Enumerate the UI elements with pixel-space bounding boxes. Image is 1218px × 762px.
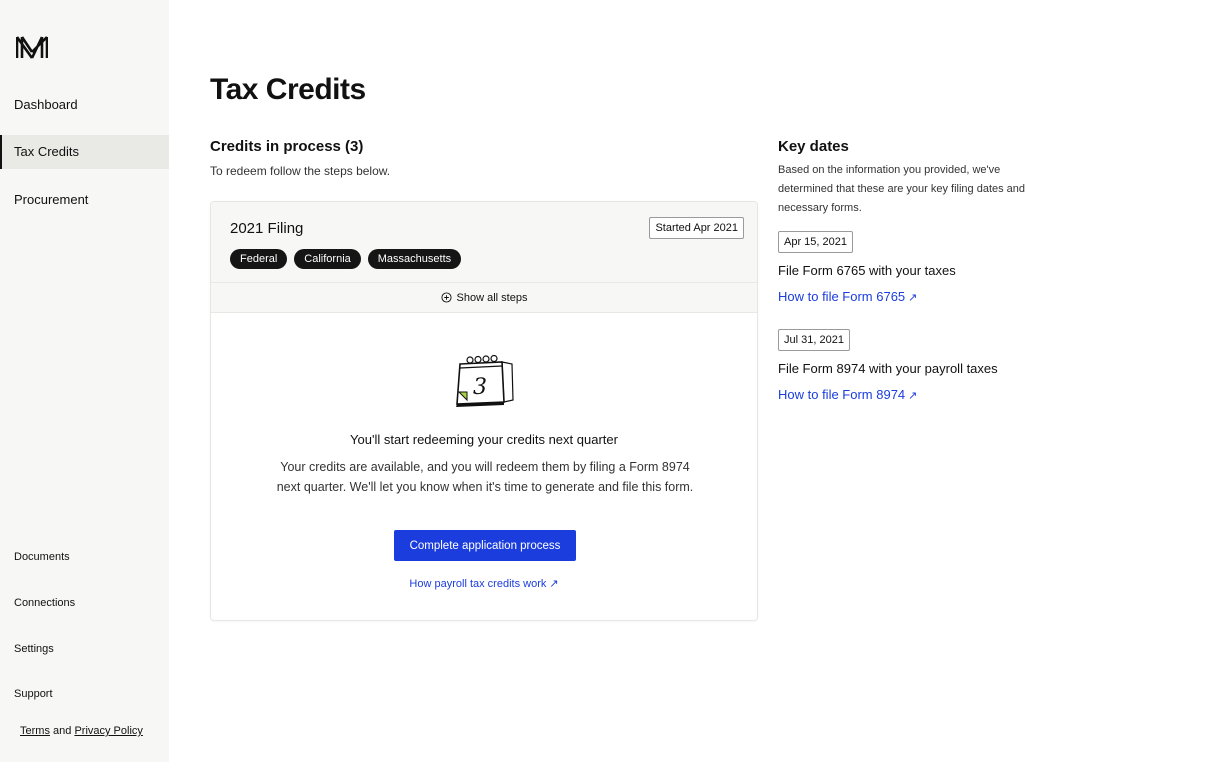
logo-icon[interactable] [16, 36, 48, 59]
nav-item-tax-credits[interactable]: Tax Credits [0, 135, 169, 169]
jurisdiction-chips: Federal California Massachusetts [230, 249, 462, 269]
started-badge: Started Apr 2021 [649, 217, 744, 239]
sidebar: Dashboard Tax Credits Procurement Docume… [0, 0, 169, 762]
filing-title: 2021 Filing [230, 220, 304, 237]
calendar-icon: 3 [456, 354, 514, 407]
credits-section-subtitle: To redeem follow the steps below. [210, 164, 391, 178]
filing-card: 2021 Filing Started Apr 2021 Federal Cal… [210, 201, 758, 621]
nav-item-dashboard[interactable]: Dashboard [0, 88, 169, 122]
privacy-policy-link[interactable]: Privacy Policy [74, 725, 142, 737]
key-date-item: File Form 6765 with your taxes [778, 263, 956, 278]
show-all-steps-label: Show all steps [456, 291, 528, 304]
chip-california: California [294, 249, 361, 269]
credits-section-title: Credits in process (3) [210, 138, 364, 155]
date-badge: Apr 15, 2021 [778, 231, 853, 253]
page-title: Tax Credits [210, 73, 366, 106]
form-6765-link[interactable]: How to file Form 6765 ↗ [778, 289, 917, 304]
form-8974-link-label: How to file Form 8974 [778, 387, 906, 402]
arrow-up-right-icon: ↗ [908, 292, 918, 304]
empty-state-body: Your credits are available, and you will… [276, 460, 694, 494]
nav-item-settings[interactable]: Settings [14, 643, 54, 655]
key-dates-description: Based on the information you provided, w… [778, 164, 1026, 214]
form-6765-link-label: How to file Form 6765 [778, 289, 906, 304]
nav-item-procurement[interactable]: Procurement [0, 183, 169, 217]
payroll-credits-link[interactable]: How payroll tax credits work ↗ [211, 577, 757, 590]
nav-item-connections[interactable]: Connections [14, 597, 75, 609]
empty-state-title: You'll start redeeming your credits next… [350, 432, 618, 447]
terms-link[interactable]: Terms [20, 725, 50, 737]
key-date-item: File Form 8974 with your payroll taxes [778, 361, 998, 376]
chip-federal: Federal [230, 249, 288, 269]
legal-links: Terms and Privacy Policy [20, 725, 143, 737]
legal-and: and [53, 725, 72, 737]
complete-application-button[interactable]: Complete application process [394, 530, 576, 561]
arrow-up-right-icon: ↗ [908, 390, 918, 402]
form-8974-link[interactable]: How to file Form 8974 ↗ [778, 387, 917, 402]
show-all-steps-button[interactable]: Show all steps [211, 282, 757, 313]
arrow-up-right-icon: ↗ [549, 578, 559, 590]
calendar-day: 3 [473, 375, 487, 400]
nav-item-support[interactable]: Support [14, 688, 53, 700]
date-badge: Jul 31, 2021 [778, 329, 850, 351]
chip-massachusetts: Massachusetts [367, 249, 462, 269]
nav-item-documents[interactable]: Documents [14, 551, 70, 563]
filing-card-header: 2021 Filing Started Apr 2021 Federal Cal… [211, 202, 757, 282]
key-dates-title: Key dates [778, 138, 849, 155]
payroll-credits-link-label: How payroll tax credits work [409, 578, 547, 590]
plus-circle-icon [440, 292, 452, 303]
